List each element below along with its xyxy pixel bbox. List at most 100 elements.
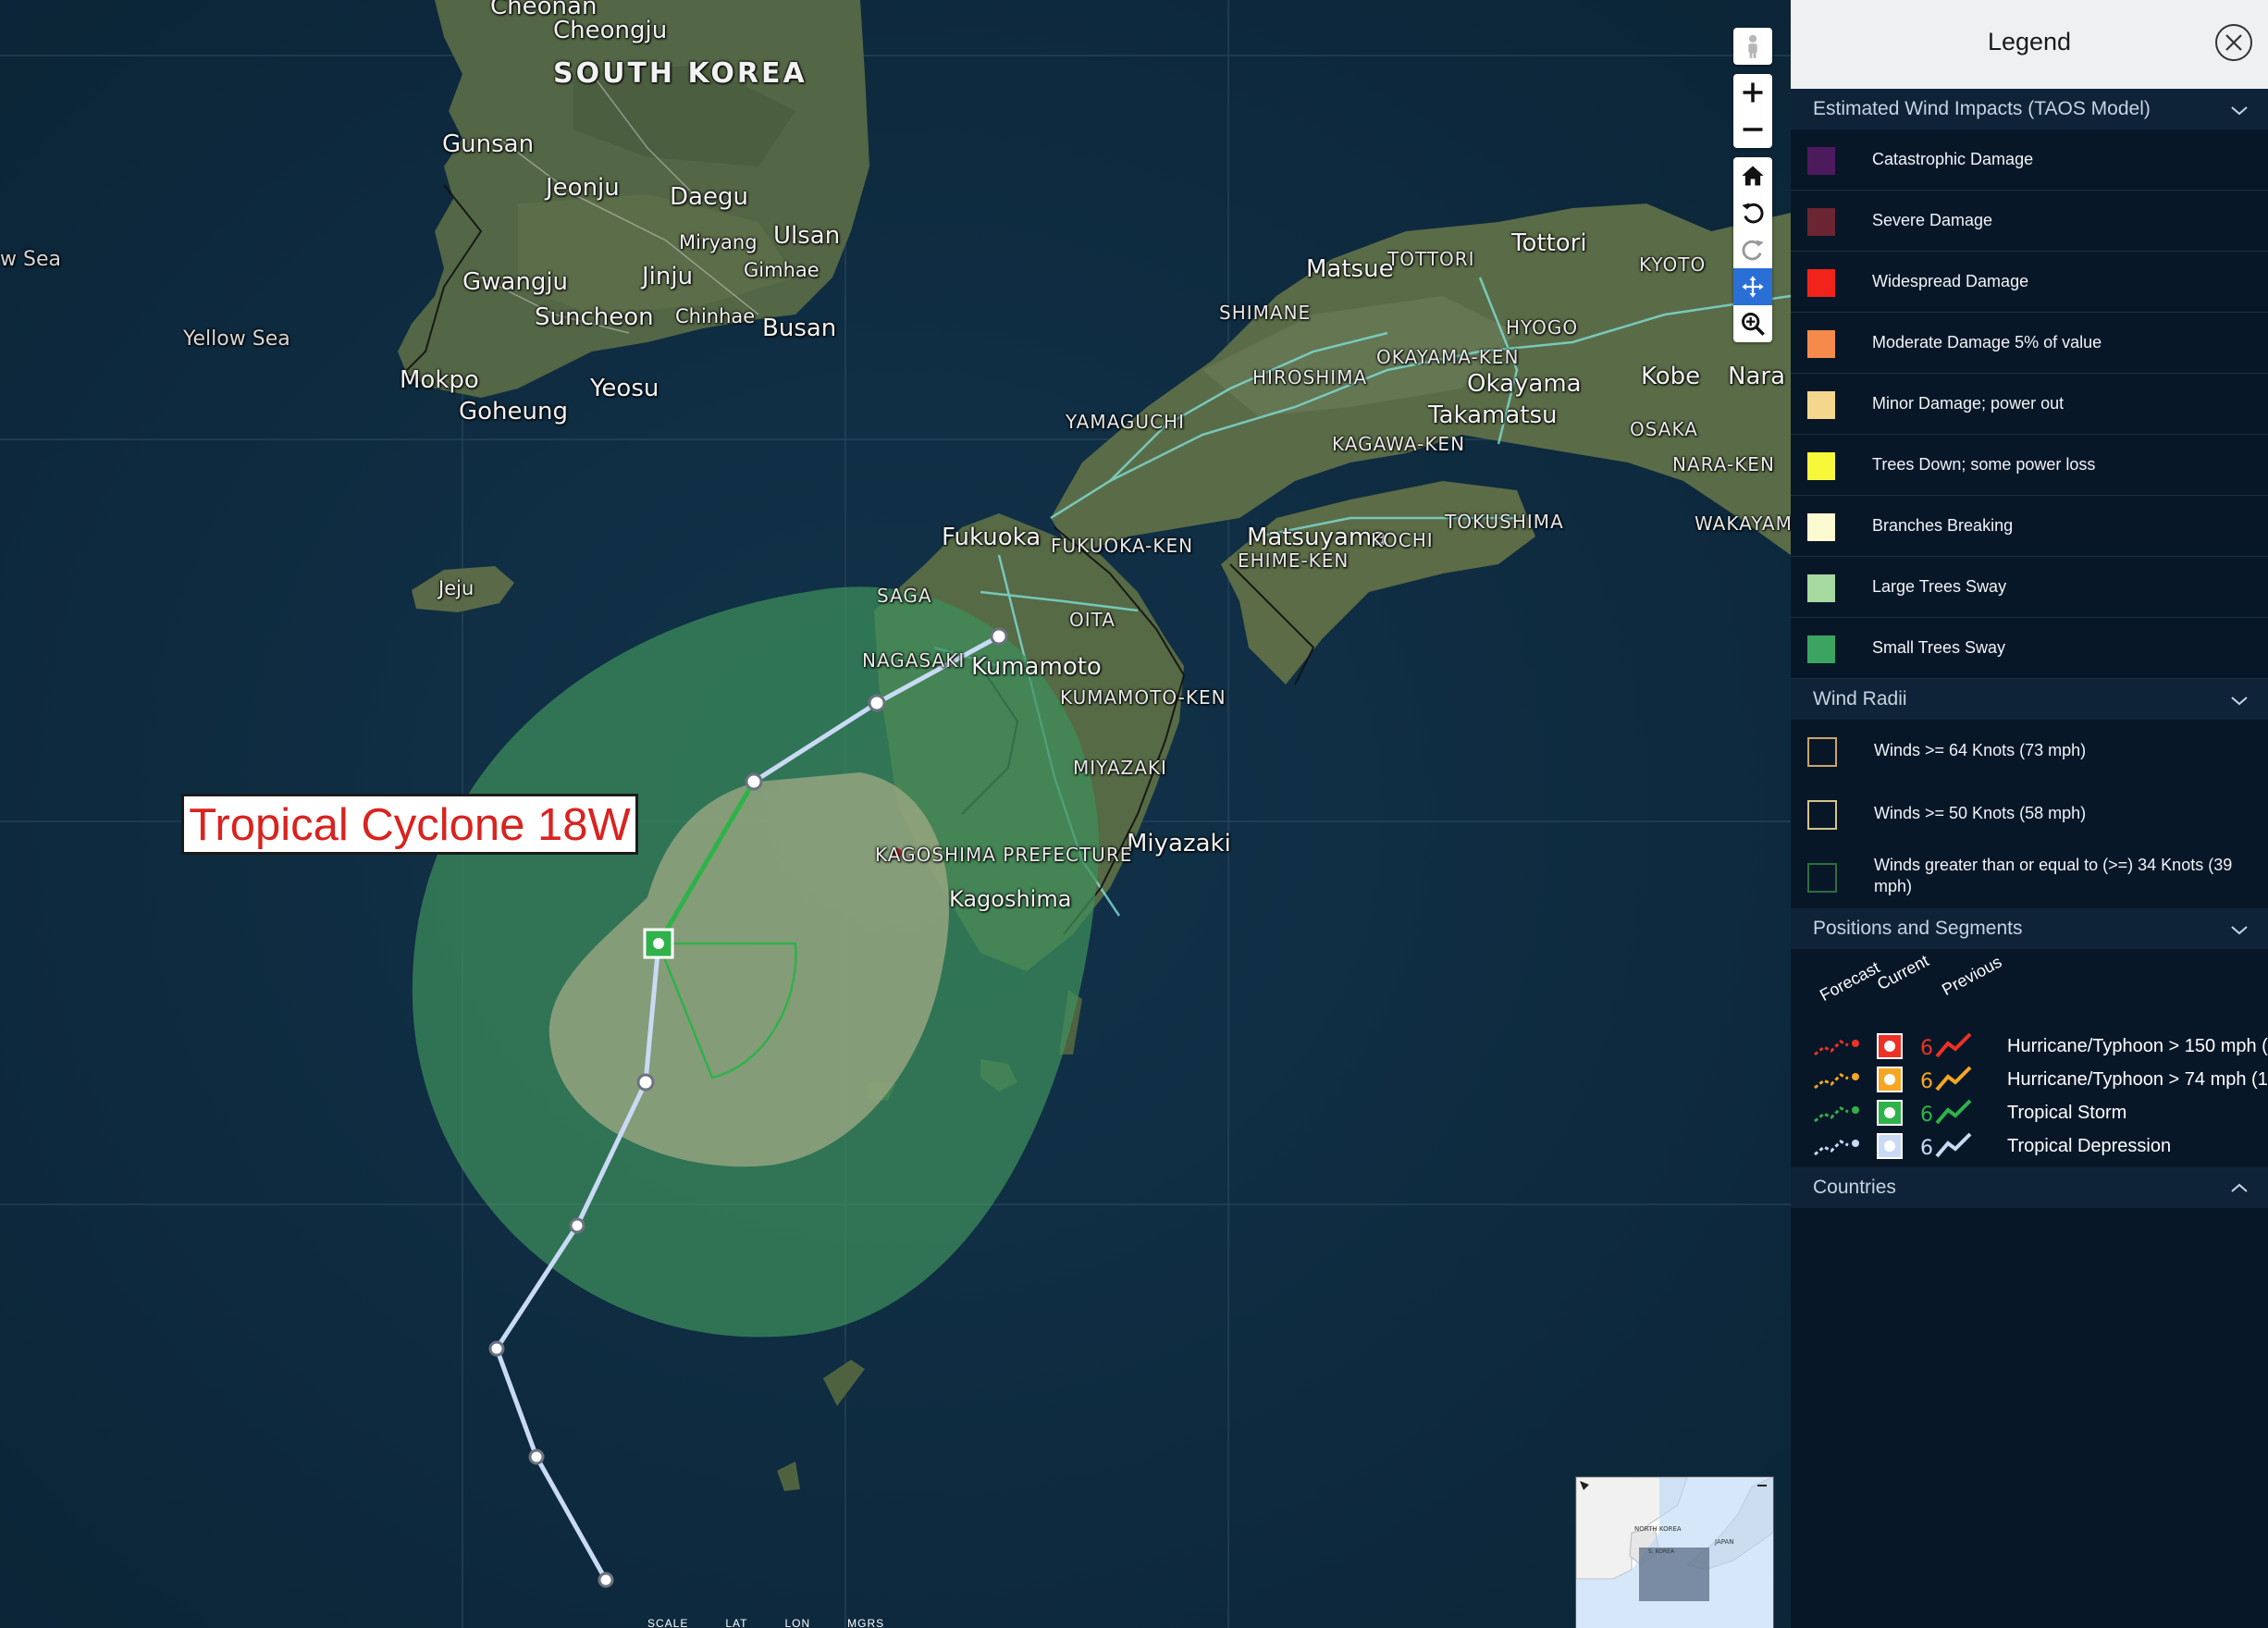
overview-map[interactable]: NORTH KOREA JAPAN S. KOREA: [1575, 1476, 1774, 1628]
legend-impact-label: Minor Damage; power out: [1872, 394, 2065, 413]
legend-radius-row: Winds >= 64 Knots (73 mph): [1791, 720, 2268, 783]
chevron-down-icon: [2231, 697, 2248, 706]
magnifier-plus-icon: [1742, 313, 1765, 336]
legend-impact-row: Moderate Damage 5% of value: [1791, 313, 2268, 374]
legend-impact-label: Trees Down; some power loss: [1872, 455, 2096, 474]
track-legend-row: 6 Hurricane/Typhoon > 74 mph (120: [1811, 1064, 2268, 1097]
legend-impact-label: Small Trees Sway: [1872, 638, 2006, 657]
person-icon[interactable]: [1733, 28, 1772, 65]
legend-radius-label: Winds greater than or equal to (>=) 34 K…: [1874, 856, 2233, 895]
city-label: Takamatsu: [1428, 401, 1558, 429]
prefecture-label: KAGAWA-KEN: [1332, 433, 1466, 455]
legend-impact-row: Trees Down; some power loss: [1791, 435, 2268, 496]
section-positions[interactable]: Positions and Segments: [1791, 908, 2268, 949]
minimize-icon: [1757, 1485, 1767, 1486]
city-label: Miyazaki: [1127, 830, 1231, 857]
section-wind-impacts[interactable]: Estimated Wind Impacts (TAOS Model): [1791, 89, 2268, 130]
city-label: Matsuyama: [1247, 524, 1387, 551]
zoom-in-button[interactable]: [1733, 74, 1772, 111]
color-swatch: [1807, 452, 1835, 480]
city-label: Daegu: [670, 183, 748, 211]
map-view[interactable]: Cheonan Cheongju SOUTH KOREA Gunsan Jeon…: [0, 0, 1791, 1628]
legend-impact-label: Moderate Damage 5% of value: [1872, 333, 2102, 352]
track-symbol-icon: 6: [1814, 1066, 1972, 1093]
track-legend-row: 6 Hurricane/Typhoon > 150 mph (24: [1811, 1030, 2268, 1064]
color-swatch: [1807, 147, 1835, 175]
close-icon: [2225, 34, 2242, 51]
prefecture-label: KUMAMOTO-KEN: [1060, 686, 1226, 709]
minus-icon: [1743, 128, 1763, 131]
city-label: Okayama: [1467, 370, 1582, 398]
city-label: Kumamoto: [971, 653, 1102, 681]
navigation-tools: [1733, 157, 1772, 342]
legend-title: Legend: [1987, 28, 2072, 56]
city-label: Busan: [762, 314, 837, 342]
city-label: Suncheon: [535, 303, 654, 331]
chevron-up-icon: [2231, 1183, 2248, 1192]
track-legend-row: 6 Tropical Depression: [1811, 1130, 2264, 1164]
prefecture-label: TOKUSHIMA: [1445, 511, 1564, 533]
sea-label: w Sea: [0, 248, 61, 271]
prefecture-label: HYOGO: [1506, 316, 1579, 339]
prefecture-label: SHIMANE: [1219, 302, 1312, 324]
scale-bar: SCALE LAT LON MGRS: [647, 1617, 885, 1628]
overview-label: NORTH KOREA: [1634, 1525, 1682, 1533]
svg-text:6: 6: [1920, 1137, 1933, 1160]
legend-impact-label: Branches Breaking: [1872, 516, 2014, 535]
zoom-control: [1733, 74, 1772, 148]
legend-panel: Legend Estimated Wind Impacts (TAOS Mode…: [1791, 0, 2268, 1628]
color-swatch: [1807, 269, 1835, 297]
city-label: Gwangju: [462, 268, 569, 296]
track-symbol-icon: 6: [1814, 1132, 1972, 1160]
track-symbol-icon: 6: [1814, 1099, 1972, 1127]
prefecture-label: NAGASAKI: [862, 649, 966, 672]
pan-button[interactable]: [1733, 268, 1772, 305]
overview-label: S. KOREA: [1648, 1548, 1675, 1555]
prefecture-label: SAGA: [877, 585, 932, 607]
track-legend-row: 6 Tropical Storm: [1811, 1097, 2264, 1130]
track-point: [745, 772, 763, 791]
prefecture-label: FUKUOKA-KEN: [1051, 535, 1194, 557]
home-icon: [1742, 166, 1764, 186]
zoom-box-button[interactable]: [1733, 305, 1772, 342]
move-icon: [1742, 276, 1764, 298]
legend-radius-row: Winds greater than or equal to (>=) 34 K…: [1791, 845, 2268, 908]
track-legend-label: Hurricane/Typhoon > 150 mph (24: [2007, 1036, 2268, 1056]
city-label: Ulsan: [773, 222, 841, 250]
storm-callout: Tropical Cyclone 18W: [181, 794, 638, 855]
rotate-right-button[interactable]: [1733, 231, 1772, 268]
prefecture-label: YAMAGUCHI: [1066, 411, 1185, 433]
city-label: Kagoshima: [949, 886, 1072, 912]
city-label: Mokpo: [400, 366, 479, 394]
country-label: SOUTH KOREA: [553, 57, 807, 90]
city-label: Nara: [1728, 363, 1786, 390]
forecast-header: Forecast: [1817, 957, 1883, 1005]
close-button[interactable]: [2215, 24, 2252, 61]
city-label: Gimhae: [744, 259, 820, 281]
positions-legend: Forecast Current Previous 6 Hurricane/Typ…: [1791, 949, 2268, 1167]
rotate-left-button[interactable]: [1733, 194, 1772, 231]
color-swatch: [1807, 574, 1835, 602]
city-label: Matsue: [1306, 255, 1394, 283]
track-point: [598, 1572, 614, 1588]
street-view-tool[interactable]: [1733, 28, 1772, 65]
prefecture-label: KYOTO: [1639, 253, 1707, 276]
section-countries[interactable]: Countries: [1791, 1167, 2268, 1208]
home-button[interactable]: [1733, 157, 1772, 194]
color-swatch: [1807, 391, 1835, 419]
svg-text:6: 6: [1920, 1037, 1933, 1060]
section-wind-radii[interactable]: Wind Radii: [1791, 679, 2268, 720]
radii-list: Winds >= 64 Knots (73 mph) Winds >= 50 Kn…: [1791, 720, 2268, 908]
city-label: Jeonju: [546, 174, 620, 202]
track-symbol-icon: 6: [1814, 1032, 1972, 1060]
rotate-right-icon: [1742, 240, 1764, 261]
prefecture-label: EHIME-KEN: [1238, 549, 1350, 572]
legend-impact-row: Large Trees Sway: [1791, 557, 2268, 618]
track-legend-label: Hurricane/Typhoon > 74 mph (120: [2007, 1069, 2268, 1090]
outline-swatch: [1807, 863, 1837, 893]
prefecture-label: OSAKA: [1630, 418, 1698, 440]
zoom-out-button[interactable]: [1733, 111, 1772, 148]
plus-icon: [1743, 82, 1763, 103]
color-swatch: [1807, 635, 1835, 663]
track-point: [990, 627, 1008, 646]
